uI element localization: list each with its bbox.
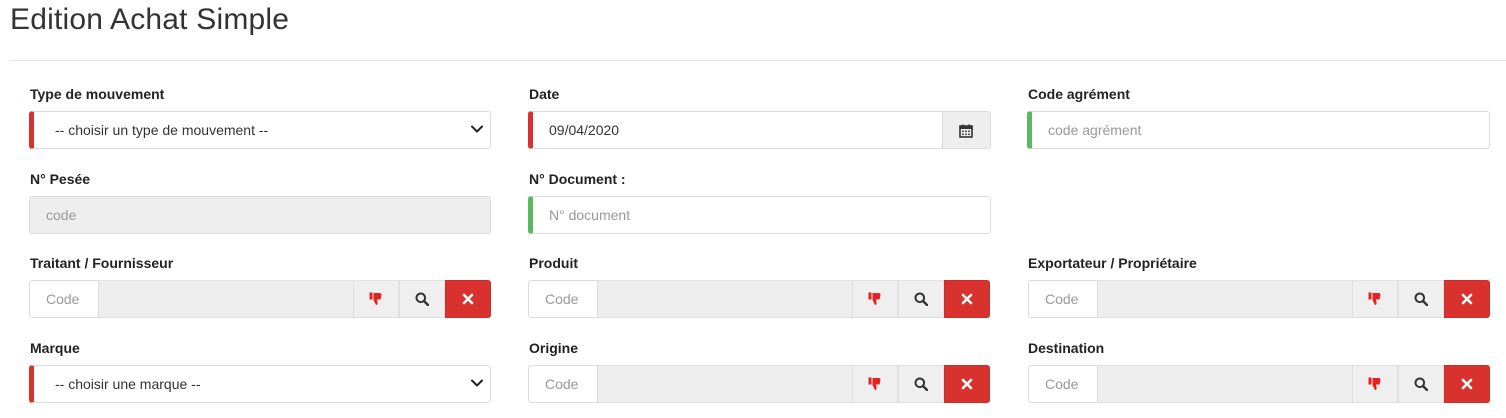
origine-code-placeholder: Code bbox=[545, 376, 579, 392]
thumbs-down-icon bbox=[369, 292, 382, 305]
exportateur-status-button[interactable] bbox=[1352, 280, 1398, 318]
destination-name-display bbox=[1098, 365, 1352, 403]
produit-name-display bbox=[598, 280, 852, 318]
date-input[interactable]: 09/04/2020 bbox=[528, 111, 943, 149]
close-icon bbox=[462, 293, 474, 305]
page-title: Edition Achat Simple bbox=[10, 3, 290, 36]
origine-label: Origine bbox=[529, 340, 579, 356]
num-pesee-input: code bbox=[29, 196, 491, 234]
num-pesee-label: N° Pesée bbox=[30, 171, 91, 187]
num-document-placeholder: N° document bbox=[549, 207, 631, 223]
exportateur-search-button[interactable] bbox=[1398, 280, 1444, 318]
exportateur-code-input[interactable]: Code bbox=[1028, 280, 1098, 318]
marque-selected: -- choisir une marque -- bbox=[55, 376, 201, 392]
produit-label: Produit bbox=[529, 255, 578, 271]
num-document-label: N° Document : bbox=[529, 171, 626, 187]
type-mouvement-select[interactable]: -- choisir un type de mouvement -- bbox=[29, 111, 491, 149]
calendar-icon bbox=[959, 124, 973, 138]
produit-clear-button[interactable] bbox=[944, 280, 990, 318]
destination-code-input[interactable]: Code bbox=[1028, 365, 1098, 403]
destination-label: Destination bbox=[1028, 340, 1105, 356]
traitant-code-input[interactable]: Code bbox=[29, 280, 99, 318]
chevron-down-icon bbox=[471, 125, 483, 133]
search-icon bbox=[1414, 377, 1428, 391]
date-picker-button[interactable] bbox=[943, 111, 991, 149]
close-icon bbox=[1461, 293, 1473, 305]
traitant-search-button[interactable] bbox=[399, 280, 445, 318]
exportateur-label: Exportateur / Propriétaire bbox=[1028, 255, 1197, 271]
marque-select[interactable]: -- choisir une marque -- bbox=[29, 365, 491, 403]
destination-search-button[interactable] bbox=[1398, 365, 1444, 403]
thumbs-down-icon bbox=[1368, 292, 1381, 305]
marque-label: Marque bbox=[30, 340, 80, 356]
search-icon bbox=[1414, 292, 1428, 306]
search-icon bbox=[914, 377, 928, 391]
origine-lookup: Code bbox=[528, 365, 990, 403]
exportateur-lookup: Code bbox=[1028, 280, 1490, 318]
traitant-lookup: Code bbox=[29, 280, 491, 318]
close-icon bbox=[961, 378, 973, 390]
exportateur-name-display bbox=[1098, 280, 1352, 318]
produit-search-button[interactable] bbox=[898, 280, 944, 318]
search-icon bbox=[415, 292, 429, 306]
date-value: 09/04/2020 bbox=[549, 122, 620, 138]
num-document-input[interactable]: N° document bbox=[528, 196, 991, 234]
type-mouvement-label: Type de mouvement bbox=[30, 86, 165, 102]
thumbs-down-icon bbox=[868, 292, 881, 305]
traitant-clear-button[interactable] bbox=[445, 280, 491, 318]
origine-name-display bbox=[598, 365, 852, 403]
code-agrement-label: Code agrément bbox=[1028, 86, 1130, 102]
destination-lookup: Code bbox=[1028, 365, 1490, 403]
origine-status-button[interactable] bbox=[852, 365, 898, 403]
produit-code-placeholder: Code bbox=[545, 291, 579, 307]
produit-code-input[interactable]: Code bbox=[528, 280, 598, 318]
origine-clear-button[interactable] bbox=[944, 365, 990, 403]
title-divider bbox=[10, 60, 1506, 61]
code-agrement-input[interactable]: code agrément bbox=[1027, 111, 1490, 149]
exportateur-clear-button[interactable] bbox=[1444, 280, 1490, 318]
num-pesee-placeholder: code bbox=[46, 207, 77, 223]
produit-lookup: Code bbox=[528, 280, 990, 318]
exportateur-code-placeholder: Code bbox=[1045, 291, 1079, 307]
close-icon bbox=[961, 293, 973, 305]
date-label: Date bbox=[529, 86, 560, 102]
produit-status-button[interactable] bbox=[852, 280, 898, 318]
code-agrement-placeholder: code agrément bbox=[1048, 122, 1142, 138]
traitant-name-display bbox=[99, 280, 353, 318]
origine-search-button[interactable] bbox=[898, 365, 944, 403]
destination-code-placeholder: Code bbox=[1045, 376, 1079, 392]
chevron-down-icon bbox=[471, 379, 483, 387]
traitant-label: Traitant / Fournisseur bbox=[30, 255, 174, 271]
search-icon bbox=[914, 292, 928, 306]
traitant-code-placeholder: Code bbox=[46, 291, 80, 307]
destination-status-button[interactable] bbox=[1352, 365, 1398, 403]
thumbs-down-icon bbox=[868, 377, 881, 390]
destination-clear-button[interactable] bbox=[1444, 365, 1490, 403]
origine-code-input[interactable]: Code bbox=[528, 365, 598, 403]
thumbs-down-icon bbox=[1368, 377, 1381, 390]
traitant-status-button[interactable] bbox=[353, 280, 399, 318]
type-mouvement-selected: -- choisir un type de mouvement -- bbox=[55, 122, 269, 138]
close-icon bbox=[1461, 378, 1473, 390]
